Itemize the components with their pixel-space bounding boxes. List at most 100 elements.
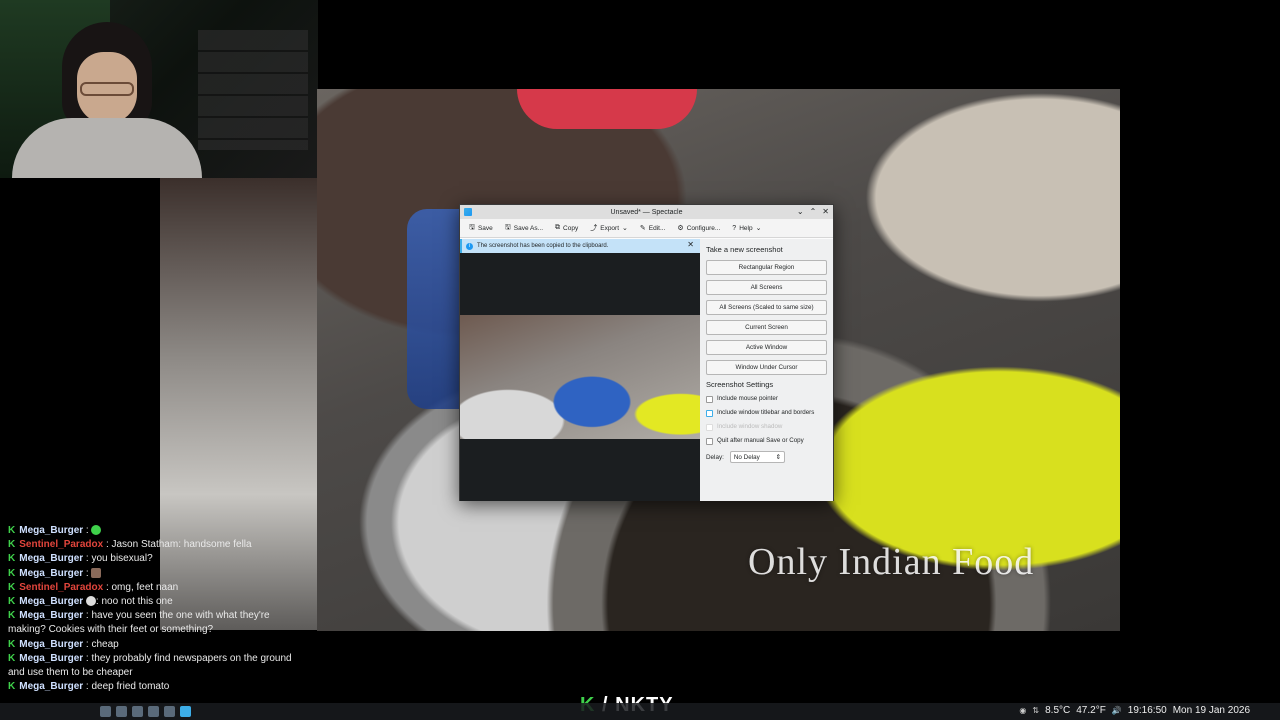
browser-icon[interactable]	[116, 706, 127, 717]
screenshot-preview-image[interactable]	[460, 315, 700, 439]
all-screens-button[interactable]: All Screens	[706, 280, 827, 295]
delay-spinbox[interactable]: No Delay ⇕	[729, 451, 785, 463]
chat-username: Mega_Burger	[19, 638, 84, 650]
chat-badge-icon: K	[8, 539, 16, 551]
emote-icon	[91, 567, 102, 578]
weather-celsius[interactable]: 8.5°C	[1045, 705, 1070, 716]
chat-text: : cheap	[85, 638, 119, 650]
taskbar: ◉ ⇅ 8.5°C 47.2°F 🔊 19:16:50 Mon 19 Jan 2…	[0, 703, 1280, 720]
stream-scene: Only Indian Food Unsaved* — Spectacle ⌄ …	[0, 0, 1280, 720]
clipboard-notice: i The screenshot has been copied to the …	[460, 239, 700, 253]
window-under-cursor-button[interactable]: Window Under Cursor	[706, 360, 827, 375]
configure-icon: ⚙	[677, 225, 684, 232]
configure-label: Configure...	[686, 224, 721, 232]
copy-icon: ⧉	[555, 224, 561, 231]
streamer	[12, 22, 202, 178]
video-watermark: Only Indian Food	[748, 541, 1035, 583]
chat-badge-icon: K	[8, 596, 16, 608]
glasses	[80, 82, 134, 96]
chat-message: K Sentinel_Paradox : Jason Statham: hands…	[8, 538, 298, 552]
taskbar-apps	[100, 706, 191, 717]
spectacle-window[interactable]: Unsaved* — Spectacle ⌄ ⌃ ✕ 🖫 Save 🖫 Save A…	[459, 204, 834, 501]
screenshot-preview-pane: i The screenshot has been copied to the …	[460, 239, 700, 501]
chat-badge-icon: K	[8, 581, 16, 593]
minimize-icon[interactable]: ⌄	[797, 207, 804, 216]
save-label: Save	[477, 224, 493, 232]
chat-username: Sentinel_Paradox	[19, 539, 104, 551]
include-titlebar-checkbox[interactable]: Include window titlebar and borders	[706, 409, 827, 417]
chat-badge-icon: K	[8, 525, 16, 536]
chat-username: Mega_Burger	[19, 596, 84, 608]
chat-username: Mega_Burger	[19, 681, 84, 693]
quit-after-checkbox[interactable]: Quit after manual Save or Copy	[706, 437, 827, 445]
include-pointer-checkbox[interactable]: Include mouse pointer	[706, 395, 827, 403]
window-title: Unsaved* — Spectacle	[610, 208, 683, 216]
help-icon: ?	[732, 224, 737, 232]
current-screen-button[interactable]: Current Screen	[706, 320, 827, 335]
chat-username: Sentinel_Paradox	[19, 581, 104, 593]
maximize-icon[interactable]: ⌃	[810, 207, 817, 216]
terminal-icon[interactable]	[164, 706, 175, 717]
chat-username: Mega_Burger	[19, 652, 84, 664]
edit-button[interactable]: ✎ Edit...	[636, 221, 670, 236]
app-launcher-icon[interactable]	[100, 706, 111, 717]
files-icon[interactable]	[132, 706, 143, 717]
volume-icon[interactable]: 🔊	[1112, 706, 1122, 715]
webcam-feed	[0, 0, 318, 178]
chat-username: Mega_Burger	[19, 553, 84, 565]
copy-button[interactable]: ⧉ Copy	[551, 221, 582, 236]
chat-username: Mega_Burger	[19, 610, 84, 622]
chat-message: K Mega_Burger : you bisexual?	[8, 552, 298, 566]
chat-message: K Mega_Burger : have you seen the one wit…	[8, 609, 298, 637]
include-pointer-label: Include mouse pointer	[717, 395, 778, 402]
spinner-arrows-icon[interactable]: ⇕	[776, 454, 781, 461]
export-button[interactable]: ⤴ Export ⌄	[586, 221, 632, 236]
chat-text: : noo not this one	[95, 596, 173, 608]
chevron-down-icon: ⌄	[755, 225, 762, 232]
chat-text: : you bisexual?	[85, 553, 153, 565]
close-notice-icon[interactable]: ✕	[687, 240, 694, 249]
save-icon: 🖫	[469, 223, 475, 231]
chat-text: : deep fried tomato	[85, 681, 170, 693]
chat-username: Mega_Burger	[19, 525, 84, 536]
active-window-button[interactable]: Active Window	[706, 340, 827, 355]
chat-text: :	[85, 567, 89, 579]
include-titlebar-label: Include window titlebar and borders	[717, 409, 815, 416]
weather-fahrenheit[interactable]: 47.2°F	[1076, 705, 1106, 716]
configure-button[interactable]: ⚙ Configure...	[673, 221, 724, 236]
chat-badge-icon: K	[8, 638, 16, 650]
save-as-button[interactable]: 🖫 Save As...	[501, 221, 547, 236]
chat-message: K Mega_Burger :	[8, 567, 298, 581]
clock-time[interactable]: 19:16:50	[1128, 705, 1167, 716]
background-shelf	[198, 30, 308, 150]
network-icon[interactable]: ⇅	[1032, 706, 1039, 715]
chat-text: : Jason Statham: handsome fella	[105, 539, 252, 551]
chat-message: K Mega_Burger : they probably find newspa…	[8, 652, 298, 680]
close-icon[interactable]: ✕	[822, 207, 829, 216]
notice-text: The screenshot has been copied to the cl…	[477, 243, 609, 249]
chat-message: K Mega_Burger : deep fried tomato	[8, 680, 298, 694]
help-button[interactable]: ? Help ⌄	[728, 221, 765, 236]
window-titlebar[interactable]: Unsaved* — Spectacle ⌄ ⌃ ✕	[460, 205, 833, 219]
window-shadow-label: Include window shadow	[717, 423, 783, 430]
obs-icon[interactable]	[148, 706, 159, 717]
red-bowl	[517, 89, 697, 129]
delay-label: Delay:	[706, 453, 724, 461]
all-screens-scaled-button[interactable]: All Screens (Scaled to same size)	[706, 300, 827, 315]
discord-icon[interactable]: ◉	[1019, 706, 1026, 715]
chevron-down-icon: ⌄	[622, 225, 628, 232]
delay-row: Delay: No Delay ⇕	[706, 451, 827, 463]
chat-message: K Mega_Burger :	[8, 524, 298, 538]
chat-badge-icon: K	[8, 652, 16, 664]
clock-date[interactable]: Mon 19 Jan 2026	[1173, 705, 1250, 716]
save-button[interactable]: 🖫 Save	[465, 221, 497, 236]
chat-overlay: K Mega_Burger : K Sentinel_Paradox : Jason…	[8, 524, 298, 694]
system-tray: ◉ ⇅ 8.5°C 47.2°F 🔊 19:16:50 Mon 19 Jan 2…	[1019, 705, 1250, 716]
chat-badge-icon: K	[8, 610, 16, 622]
copy-label: Copy	[563, 224, 579, 232]
rectangular-region-button[interactable]: Rectangular Region	[706, 260, 827, 275]
spectacle-task-icon[interactable]	[180, 706, 191, 717]
chat-message: K Mega_Burger : cheap	[8, 638, 298, 652]
export-icon: ⤴	[590, 225, 598, 232]
info-icon: i	[466, 242, 473, 250]
